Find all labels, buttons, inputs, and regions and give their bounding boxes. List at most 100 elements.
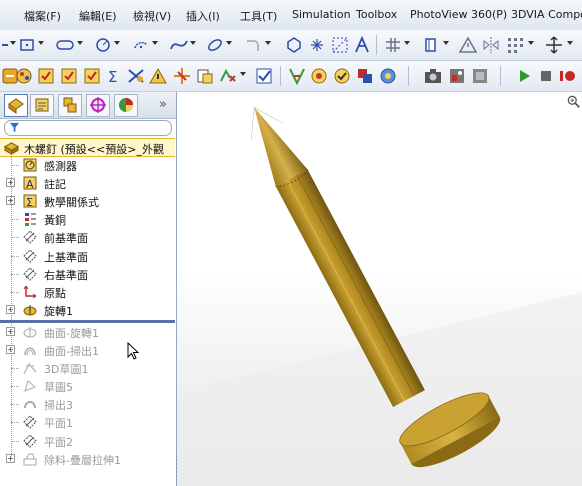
move-entities-icon[interactable]	[544, 35, 564, 55]
tree-item[interactable]: + 曲面-掃出1	[0, 341, 175, 359]
point-tool-icon[interactable]	[307, 35, 327, 55]
panel-expand-button[interactable]: »	[159, 97, 167, 112]
mass-properties-icon[interactable]	[126, 66, 146, 86]
fillet-sketch-icon[interactable]	[243, 35, 263, 55]
zoom-icon[interactable]	[567, 95, 581, 109]
tree-item[interactable]: 感測器	[0, 156, 175, 174]
tree-item[interactable]: 平面1	[0, 413, 175, 431]
ellipse-tool-icon[interactable]	[205, 35, 225, 55]
chevron-down-icon[interactable]	[77, 41, 83, 45]
dimxpert-tab[interactable]	[86, 94, 110, 117]
tree-item[interactable]: 草圖5	[0, 377, 175, 395]
chevron-down-icon[interactable]	[190, 41, 196, 45]
chevron-down-icon[interactable]	[114, 41, 120, 45]
menu-simulation[interactable]: Simulation	[292, 8, 351, 21]
tree-item[interactable]: 黃銅	[0, 210, 175, 228]
chevron-down-icon[interactable]	[38, 41, 44, 45]
chevron-down-icon[interactable]	[152, 41, 158, 45]
tree-item[interactable]: 平面2	[0, 432, 175, 450]
spline-tool-icon[interactable]	[169, 35, 189, 55]
surface-sweep-icon	[22, 342, 38, 358]
section-icon[interactable]	[172, 66, 192, 86]
circle-tool-icon[interactable]	[93, 35, 113, 55]
chevron-down-icon[interactable]	[528, 41, 534, 45]
play-icon[interactable]	[514, 66, 534, 86]
check-icon[interactable]	[254, 66, 274, 86]
checkbox-icon[interactable]	[82, 66, 102, 86]
tree-item[interactable]: + Σ 數學關係式	[0, 192, 175, 210]
tree-item[interactable]: 原點	[0, 283, 175, 301]
chevron-down-icon[interactable]	[226, 41, 232, 45]
rendering-icon[interactable]	[309, 66, 329, 86]
photoview-icon[interactable]	[447, 66, 467, 86]
menu-view[interactable]: 檢視(V)	[133, 8, 171, 24]
convert-entities-icon[interactable]	[421, 35, 441, 55]
rectangle-tool-icon[interactable]	[18, 35, 38, 55]
color-icon[interactable]	[378, 66, 398, 86]
warning-icon[interactable]	[148, 66, 168, 86]
menu-edit[interactable]: 編輯(E)	[79, 8, 117, 24]
configuration-manager-tab[interactable]	[58, 94, 82, 117]
camera-icon[interactable]	[423, 66, 443, 86]
tree-item[interactable]: 右基準面	[0, 265, 175, 283]
toolbar-separator	[500, 66, 501, 86]
tree-filter-field[interactable]	[4, 120, 172, 136]
linear-pattern-icon[interactable]	[505, 35, 525, 55]
origin-icon	[22, 284, 38, 300]
import-icon[interactable]	[218, 66, 238, 86]
menu-file[interactable]: 檔案(F)	[24, 8, 61, 24]
tree-item[interactable]: + 曲面-旋轉1	[0, 323, 175, 341]
menu-photoview[interactable]: PhotoView 360(P)	[410, 8, 507, 21]
text-tool-icon[interactable]	[352, 35, 372, 55]
tree-item-label: 掃出3	[44, 399, 73, 413]
chevron-down-icon[interactable]	[265, 41, 271, 45]
checkbox-icon[interactable]	[59, 66, 79, 86]
chevron-down-icon[interactable]	[567, 41, 573, 45]
tree-item[interactable]: + 除料-疊層拉伸1	[0, 450, 175, 468]
tree-item[interactable]: + 旋轉1	[0, 301, 175, 319]
equations-icon: Σ	[22, 193, 38, 209]
rollback-bar[interactable]	[0, 320, 175, 323]
tree-connector	[11, 368, 19, 370]
menu-toolbox[interactable]: Toolbox	[356, 8, 397, 21]
graphics-area[interactable]	[177, 92, 582, 486]
tree-root-part[interactable]: 木螺釘 (預設<<預設>_外觀	[0, 138, 175, 157]
tree-connector	[11, 440, 19, 442]
stop-icon[interactable]	[536, 66, 556, 86]
appearance-icon[interactable]	[355, 66, 375, 86]
feature-manager-tab[interactable]	[4, 94, 28, 117]
tree-item[interactable]: 上基準面	[0, 247, 175, 265]
chevron-down-icon[interactable]	[10, 41, 16, 45]
slot-tool-icon[interactable]	[55, 35, 75, 55]
relations-icon[interactable]	[14, 66, 34, 86]
property-manager-tab[interactable]	[30, 94, 54, 117]
tree-item[interactable]: + A 註記	[0, 174, 175, 192]
menu-tools[interactable]: 工具(T)	[240, 8, 277, 24]
chevron-down-icon[interactable]	[443, 41, 449, 45]
tree-item[interactable]: 3D草圖1	[0, 359, 175, 377]
tree-item-label: 3D草圖1	[44, 363, 89, 377]
display-manager-tab[interactable]	[114, 94, 138, 117]
equations-icon[interactable]: Σ	[104, 66, 124, 86]
sim-icon[interactable]	[287, 66, 307, 86]
chevron-down-icon[interactable]	[404, 41, 410, 45]
tree-connector	[11, 237, 19, 239]
arc-tool-icon[interactable]	[131, 35, 151, 55]
polygon-tool-icon[interactable]	[284, 35, 304, 55]
tree-item[interactable]: 掃出3	[0, 395, 175, 413]
record-icon[interactable]	[558, 66, 578, 86]
line-tool-icon[interactable]	[0, 35, 20, 55]
render-settings-icon[interactable]	[470, 66, 490, 86]
menu-3dvia[interactable]: 3DVIA Compos	[511, 8, 582, 21]
offset-entities-icon[interactable]	[458, 35, 478, 55]
copy-icon[interactable]	[195, 66, 215, 86]
construction-geometry-icon[interactable]	[330, 35, 350, 55]
trim-entities-icon[interactable]	[383, 35, 403, 55]
mirror-entities-icon[interactable]	[481, 35, 501, 55]
check-circle-icon[interactable]	[332, 66, 352, 86]
menu-insert[interactable]: 插入(I)	[186, 8, 220, 24]
tree-item[interactable]: 前基準面	[0, 228, 175, 246]
chevron-down-icon[interactable]	[240, 72, 246, 76]
checkbox-icon[interactable]	[36, 66, 56, 86]
svg-text:Σ: Σ	[108, 68, 117, 86]
